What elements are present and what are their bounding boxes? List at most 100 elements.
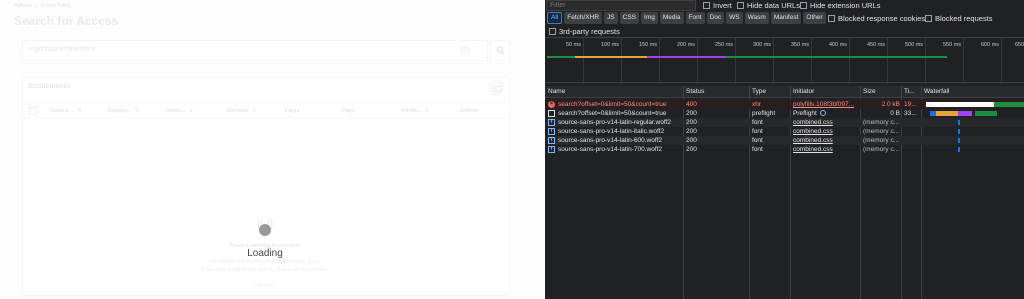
- column-header-waterfall[interactable]: Waterfall: [924, 88, 949, 95]
- hide-extension-urls-option[interactable]: Hide extension URLs: [800, 1, 880, 10]
- sort-icon: ⇅: [77, 108, 82, 114]
- breadcrumb-policies[interactable]: Policies: [14, 3, 31, 9]
- timeline-tick: 600 ms: [981, 42, 1000, 48]
- type-filter-img[interactable]: Img: [641, 12, 658, 24]
- blocked-requests-option[interactable]: Blocked requests: [925, 14, 993, 23]
- column-header-name[interactable]: Name: [548, 88, 565, 95]
- request-size: (memory c...: [863, 128, 900, 135]
- blocked-requests-label: Blocked requests: [935, 14, 993, 23]
- request-type: preflight: [752, 110, 776, 117]
- waterfall-bar: [975, 111, 997, 116]
- request-initiator[interactable]: combined.css: [793, 127, 859, 136]
- request-name: source-sans-pro-v14-latin-italic.woff2: [558, 128, 665, 135]
- request-initiator[interactable]: combined.css: [793, 118, 859, 127]
- timeline-tick: 500 ms: [905, 42, 924, 48]
- type-filter-font[interactable]: Font: [685, 12, 705, 24]
- empty-state-message: We couldn't find anything that matches y…: [209, 259, 321, 265]
- learn-more-link[interactable]: Learn more: [0, 283, 530, 289]
- request-initiator[interactable]: combined.css: [793, 145, 859, 154]
- third-party-requests-checkbox[interactable]: [549, 28, 556, 35]
- request-size: (memory c...: [863, 137, 900, 144]
- column-header-time[interactable]: Ti...: [904, 88, 915, 95]
- overview-bar: [575, 56, 647, 58]
- type-filter-css[interactable]: CSS: [619, 12, 639, 24]
- initiator-label: Preflight: [793, 110, 817, 117]
- tick-line: [887, 38, 888, 84]
- blocked-response-cookies-option[interactable]: Blocked response cookies: [828, 14, 925, 23]
- type-filter-doc[interactable]: Doc: [706, 12, 725, 24]
- tick-line: [849, 38, 850, 84]
- preflight-icon: [819, 110, 826, 116]
- font-icon: f: [548, 146, 555, 153]
- font-icon: f: [548, 119, 555, 126]
- column-label: Tags: [342, 108, 355, 114]
- timeline-tick: 650: [1015, 42, 1024, 48]
- document-icon: [548, 110, 555, 117]
- column-label: Source ...: [50, 108, 75, 114]
- search-row: ×: [22, 40, 510, 61]
- column-header-description[interactable]: Descr... ⇅: [166, 108, 193, 114]
- type-filter-manifest[interactable]: Manifest: [770, 12, 802, 24]
- search-button[interactable]: [490, 40, 510, 61]
- timeline-tick: 450 ms: [867, 42, 886, 48]
- invert-checkbox[interactable]: [703, 2, 710, 9]
- blocked-response-cookies-checkbox[interactable]: [828, 15, 835, 22]
- type-filter-ws[interactable]: WS: [726, 12, 743, 24]
- type-filter-wasm[interactable]: Wasm: [744, 12, 769, 24]
- tick-line: [697, 38, 698, 84]
- column-header-display[interactable]: Display... ⇅: [108, 108, 139, 114]
- column-header-source[interactable]: Source ... ⇅: [50, 108, 82, 114]
- column-header-initiator[interactable]: Initiator: [793, 88, 814, 95]
- breadcrumb: Policies | Create Policy: [14, 3, 70, 9]
- request-time: 33...: [904, 110, 917, 117]
- font-icon: f: [548, 137, 555, 144]
- third-party-requests-option[interactable]: 3rd-party requests: [549, 27, 620, 36]
- clear-search-icon[interactable]: ×: [461, 46, 470, 55]
- type-filter-media[interactable]: Media: [659, 12, 684, 24]
- column-label: Privile...: [401, 108, 423, 114]
- type-filter-fetch-xhr[interactable]: Fetch/XHR: [564, 12, 603, 24]
- entitlements-title: Entitlements: [28, 83, 71, 90]
- select-all-checkbox[interactable]: [29, 107, 37, 115]
- type-filter-js[interactable]: JS: [604, 12, 618, 24]
- column-header-attribute[interactable]: Attribute ⇅: [226, 108, 256, 114]
- request-initiator[interactable]: polyfills.108f3bf097...: [793, 100, 859, 109]
- network-overview-timeline[interactable]: 50 ms 100 ms 150 ms 200 ms 250 ms 300 ms…: [545, 37, 1024, 84]
- request-row[interactable]: search?offset=0&limit=50&count=true 200 …: [545, 109, 1024, 118]
- request-row[interactable]: f source-sans-pro-v14-latin-700.woff2 20…: [545, 145, 1024, 154]
- hide-data-urls-option[interactable]: Hide data URLs: [737, 1, 800, 10]
- request-row[interactable]: f source-sans-pro-v14-latin-italic.woff2…: [545, 127, 1024, 136]
- request-status: 200: [686, 146, 697, 153]
- blocked-requests-checkbox[interactable]: [925, 15, 932, 22]
- type-filter-all[interactable]: All: [547, 12, 563, 24]
- request-type: font: [752, 119, 763, 126]
- request-initiator[interactable]: Preflight: [793, 109, 859, 118]
- sort-icon: ⇅: [251, 108, 257, 114]
- filter-bar: Invert Hide data URLs Hide extension URL…: [545, 0, 1024, 11]
- column-settings-icon[interactable]: [489, 81, 503, 95]
- overview-bar: [547, 56, 575, 58]
- search-input[interactable]: [29, 46, 469, 53]
- sort-icon: ⇅: [425, 108, 430, 114]
- waterfall-bar: [926, 102, 994, 107]
- request-row[interactable]: f source-sans-pro-v14-latin-regular.woff…: [545, 118, 1024, 127]
- breadcrumb-create-policy[interactable]: Create Policy: [41, 3, 71, 9]
- column-header-flags: Flags: [285, 108, 299, 114]
- column-header-type[interactable]: Type: [752, 88, 766, 95]
- column-header-size[interactable]: Size: [863, 88, 876, 95]
- column-header-privilege[interactable]: Privile... ⇅: [401, 108, 429, 114]
- hide-data-urls-label: Hide data URLs: [747, 1, 800, 10]
- hide-data-urls-checkbox[interactable]: [737, 2, 744, 9]
- column-header-status[interactable]: Status: [686, 88, 704, 95]
- request-row[interactable]: f source-sans-pro-v14-latin-600.woff2 20…: [545, 136, 1024, 145]
- request-name: source-sans-pro-v14-latin-600.woff2: [558, 137, 662, 144]
- waterfall-bar: [958, 111, 972, 116]
- request-initiator[interactable]: combined.css: [793, 136, 859, 145]
- requests-table-header: Name Status Type Initiator Size Ti... Wa…: [545, 86, 1024, 98]
- hide-extension-urls-checkbox[interactable]: [800, 2, 807, 9]
- type-filter-other[interactable]: Other: [803, 12, 826, 24]
- search-box: ×: [22, 40, 488, 61]
- invert-option[interactable]: Invert: [703, 1, 732, 10]
- filter-input[interactable]: [546, 0, 696, 11]
- request-row[interactable]: × search?offset=0&limit=50&count=true 40…: [545, 100, 1024, 109]
